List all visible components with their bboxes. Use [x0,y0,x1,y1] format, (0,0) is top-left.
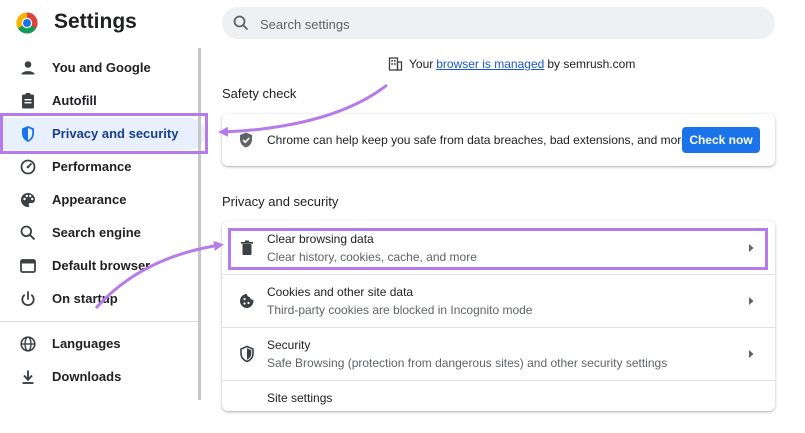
row-subtitle: Safe Browsing (protection from dangerous… [267,356,668,370]
row-subtitle: Third-party cookies are blocked in Incog… [267,303,533,317]
sidebar-item-search-engine[interactable]: Search engine [0,217,200,249]
search-icon [233,15,249,31]
shield-check-icon [240,132,252,148]
row-title: Cookies and other site data [267,285,414,299]
search-bar[interactable] [222,7,775,41]
search-input[interactable] [258,7,762,41]
row-title: Site settings [267,391,333,405]
privacy-sidebar-highlight [0,113,208,154]
sidebar-item-label: Search engine [52,225,141,240]
browser-window-icon [20,259,36,273]
sidebar-item-default-browser[interactable]: Default browser [0,250,200,282]
sidebar-item-label: On startup [52,291,118,306]
browser-managed-link[interactable]: browser is managed [436,57,544,71]
search-icon [20,225,36,241]
managed-notice: Your browser is managed by semrush.com [388,56,635,71]
download-icon [22,370,34,384]
site-settings-row[interactable]: Site settings [222,381,775,433]
sidebar-item-label: Performance [52,159,132,174]
clear-browsing-highlight [228,228,768,270]
sidebar-divider [0,321,200,322]
chevron-right-icon [749,350,754,358]
power-icon [21,291,35,307]
security-shield-icon [240,345,254,363]
sidebar-item-languages[interactable]: Languages [0,328,200,360]
sidebar-item-label: Downloads [52,369,122,384]
security-row[interactable]: Security Safe Browsing (protection from … [222,328,775,380]
managed-suffix: by semrush.com [547,56,636,71]
sidebar-item-label: Languages [52,336,121,351]
sidebar-item-on-startup[interactable]: On startup [0,283,200,315]
globe-icon [20,336,36,352]
chevron-right-icon [749,297,754,305]
cookie-icon [240,294,254,308]
building-icon [388,57,403,71]
managed-prefix: Your [409,56,434,71]
safety-check-title: Safety check [222,86,297,101]
clipboard-icon [22,93,34,109]
safety-check-message: Chrome can help keep you safe from data … [267,133,688,147]
cookies-row[interactable]: Cookies and other site data Third-party … [222,275,775,327]
chrome-logo-icon [16,12,38,34]
palette-icon [21,193,35,207]
sidebar-scrollbar[interactable] [198,48,201,400]
sidebar-item-label: Autofill [52,93,97,108]
sidebar-item-label: Default browser [52,258,151,273]
sidebar-item-label: You and Google [52,60,151,75]
page-title: Settings [54,10,137,33]
sidebar-item-downloads[interactable]: Downloads [0,361,200,393]
sidebar-item-label: Appearance [52,192,127,207]
sidebar: You and Google Autofill Privacy and secu… [0,52,205,400]
speedometer-icon [20,159,36,175]
check-now-button[interactable]: Check now [682,127,760,153]
row-title: Security [267,338,311,352]
person-icon [21,61,35,75]
sidebar-item-you-and-google[interactable]: You and Google [0,52,200,84]
sidebar-item-performance[interactable]: Performance [0,151,200,183]
privacy-section-title: Privacy and security [222,194,339,209]
sidebar-item-appearance[interactable]: Appearance [0,184,200,216]
